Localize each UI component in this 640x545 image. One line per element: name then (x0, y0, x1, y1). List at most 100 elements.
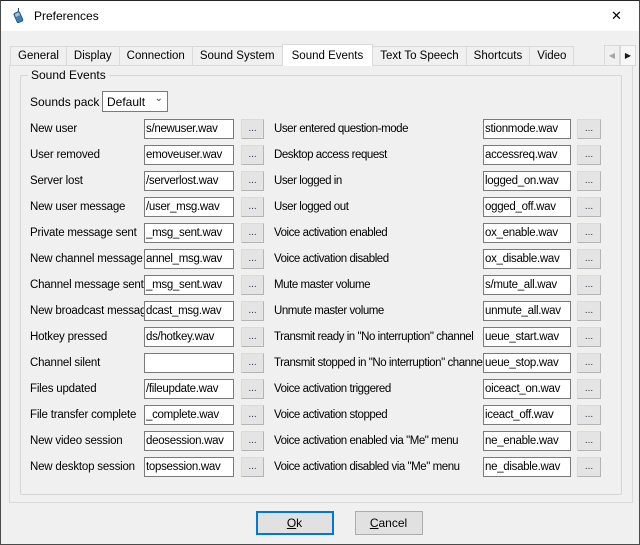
browse-button[interactable]: ... (577, 457, 601, 477)
sound-file-input[interactable] (483, 405, 571, 425)
sound-event-label: Voice activation enabled via "Me" menu (274, 435, 483, 447)
browse-button[interactable]: ... (577, 171, 601, 191)
sound-file-input[interactable] (483, 171, 571, 191)
sound-file-input[interactable] (144, 405, 234, 425)
event-column-right: User entered question-mode ... Desktop a… (274, 119, 601, 483)
sound-file-input[interactable] (144, 353, 234, 373)
tab-display[interactable]: Display (66, 46, 120, 66)
browse-button[interactable]: ... (241, 171, 264, 191)
browse-button[interactable]: ... (241, 301, 264, 321)
browse-button[interactable]: ... (241, 145, 264, 165)
sounds-pack-row: Sounds pack Default ⌄ (30, 91, 621, 112)
browse-button[interactable]: ... (577, 197, 601, 217)
sound-file-input[interactable] (144, 327, 234, 347)
sound-event-label: Channel silent (30, 357, 144, 369)
sound-event-label: Mute master volume (274, 279, 483, 291)
sound-file-input[interactable] (144, 457, 234, 477)
sound-event-label: New video session (30, 435, 144, 447)
browse-button[interactable]: ... (577, 405, 601, 425)
browse-button[interactable]: ... (241, 353, 264, 373)
sound-event-label: User logged in (274, 175, 483, 187)
sound-file-input[interactable] (483, 145, 571, 165)
sound-event-label: Unmute master volume (274, 305, 483, 317)
sound-event-row: File transfer complete ... (30, 405, 264, 425)
cancel-button[interactable]: Cancel (355, 511, 423, 535)
sound-file-input[interactable] (483, 301, 571, 321)
browse-button[interactable]: ... (241, 119, 264, 139)
sound-file-input[interactable] (144, 145, 234, 165)
sound-event-label: Channel message sent (30, 279, 144, 291)
sound-event-row: Voice activation enabled ... (274, 223, 601, 243)
chevron-down-icon: ⌄ (155, 93, 163, 104)
sound-file-input[interactable] (483, 275, 571, 295)
browse-button[interactable]: ... (577, 301, 601, 321)
browse-button[interactable]: ... (241, 379, 264, 399)
sound-event-label: Hotkey pressed (30, 331, 144, 343)
sound-event-row: Channel message sent ... (30, 275, 264, 295)
sound-event-label: User logged out (274, 201, 483, 213)
sound-file-input[interactable] (483, 379, 571, 399)
sound-event-row: Hotkey pressed ... (30, 327, 264, 347)
browse-button[interactable]: ... (577, 119, 601, 139)
browse-button[interactable]: ... (577, 145, 601, 165)
browse-button[interactable]: ... (241, 249, 264, 269)
sound-file-input[interactable] (483, 197, 571, 217)
sound-event-row: Transmit stopped in "No interruption" ch… (274, 353, 601, 373)
tab-shortcuts[interactable]: Shortcuts (466, 46, 531, 66)
sound-event-label: User removed (30, 149, 144, 161)
app-icon (10, 8, 26, 24)
browse-button[interactable]: ... (241, 431, 264, 451)
browse-button[interactable]: ... (577, 431, 601, 451)
sound-file-input[interactable] (483, 457, 571, 477)
tab-scroll-left-icon[interactable]: ◀ (604, 45, 620, 66)
browse-button[interactable]: ... (577, 249, 601, 269)
tab-sound-system[interactable]: Sound System (192, 46, 283, 66)
sound-event-row: User entered question-mode ... (274, 119, 601, 139)
browse-button[interactable]: ... (241, 457, 264, 477)
sound-file-input[interactable] (144, 431, 234, 451)
sound-file-input[interactable] (483, 249, 571, 269)
titlebar: Preferences ✕ (1, 1, 639, 31)
sound-file-input[interactable] (144, 119, 234, 139)
browse-button[interactable]: ... (577, 275, 601, 295)
browse-button[interactable]: ... (577, 379, 601, 399)
sound-file-input[interactable] (483, 223, 571, 243)
browse-button[interactable]: ... (241, 327, 264, 347)
ok-button[interactable]: Ok (256, 511, 334, 535)
browse-button[interactable]: ... (241, 275, 264, 295)
sound-event-row: New channel message ... (30, 249, 264, 269)
browse-button[interactable]: ... (577, 353, 601, 373)
sound-file-input[interactable] (144, 249, 234, 269)
sound-event-row: Files updated ... (30, 379, 264, 399)
browse-button[interactable]: ... (241, 405, 264, 425)
event-columns: New user ... User removed ... Server los… (30, 119, 621, 483)
tab-connection[interactable]: Connection (119, 46, 193, 66)
sound-file-input[interactable] (144, 301, 234, 321)
close-button[interactable]: ✕ (594, 1, 639, 31)
tab-general[interactable]: General (10, 46, 67, 66)
sound-file-input[interactable] (483, 353, 571, 373)
sound-event-row: Mute master volume ... (274, 275, 601, 295)
sound-event-label: Transmit ready in "No interruption" chan… (274, 331, 483, 343)
sound-file-input[interactable] (144, 379, 234, 399)
sound-file-input[interactable] (144, 197, 234, 217)
sound-file-input[interactable] (483, 119, 571, 139)
sound-file-input[interactable] (144, 275, 234, 295)
tab-text-to-speech[interactable]: Text To Speech (372, 46, 466, 66)
browse-button[interactable]: ... (577, 223, 601, 243)
tab-video[interactable]: Video (529, 46, 574, 66)
tab-sound-events[interactable]: Sound Events (282, 44, 374, 66)
tab-scroll-right-icon[interactable]: ▶ (620, 45, 636, 66)
sound-file-input[interactable] (144, 223, 234, 243)
preferences-dialog: Preferences ✕ GeneralDisplayConnectionSo… (0, 0, 640, 545)
browse-button[interactable]: ... (577, 327, 601, 347)
sound-event-label: Private message sent (30, 227, 144, 239)
browse-button[interactable]: ... (241, 197, 264, 217)
sound-file-input[interactable] (144, 171, 234, 191)
sound-file-input[interactable] (483, 327, 571, 347)
sound-event-label: New channel message (30, 253, 144, 265)
browse-button[interactable]: ... (241, 223, 264, 243)
sounds-pack-select[interactable]: Default ⌄ (102, 91, 168, 112)
sound-file-input[interactable] (483, 431, 571, 451)
sounds-pack-label: Sounds pack (30, 95, 102, 109)
